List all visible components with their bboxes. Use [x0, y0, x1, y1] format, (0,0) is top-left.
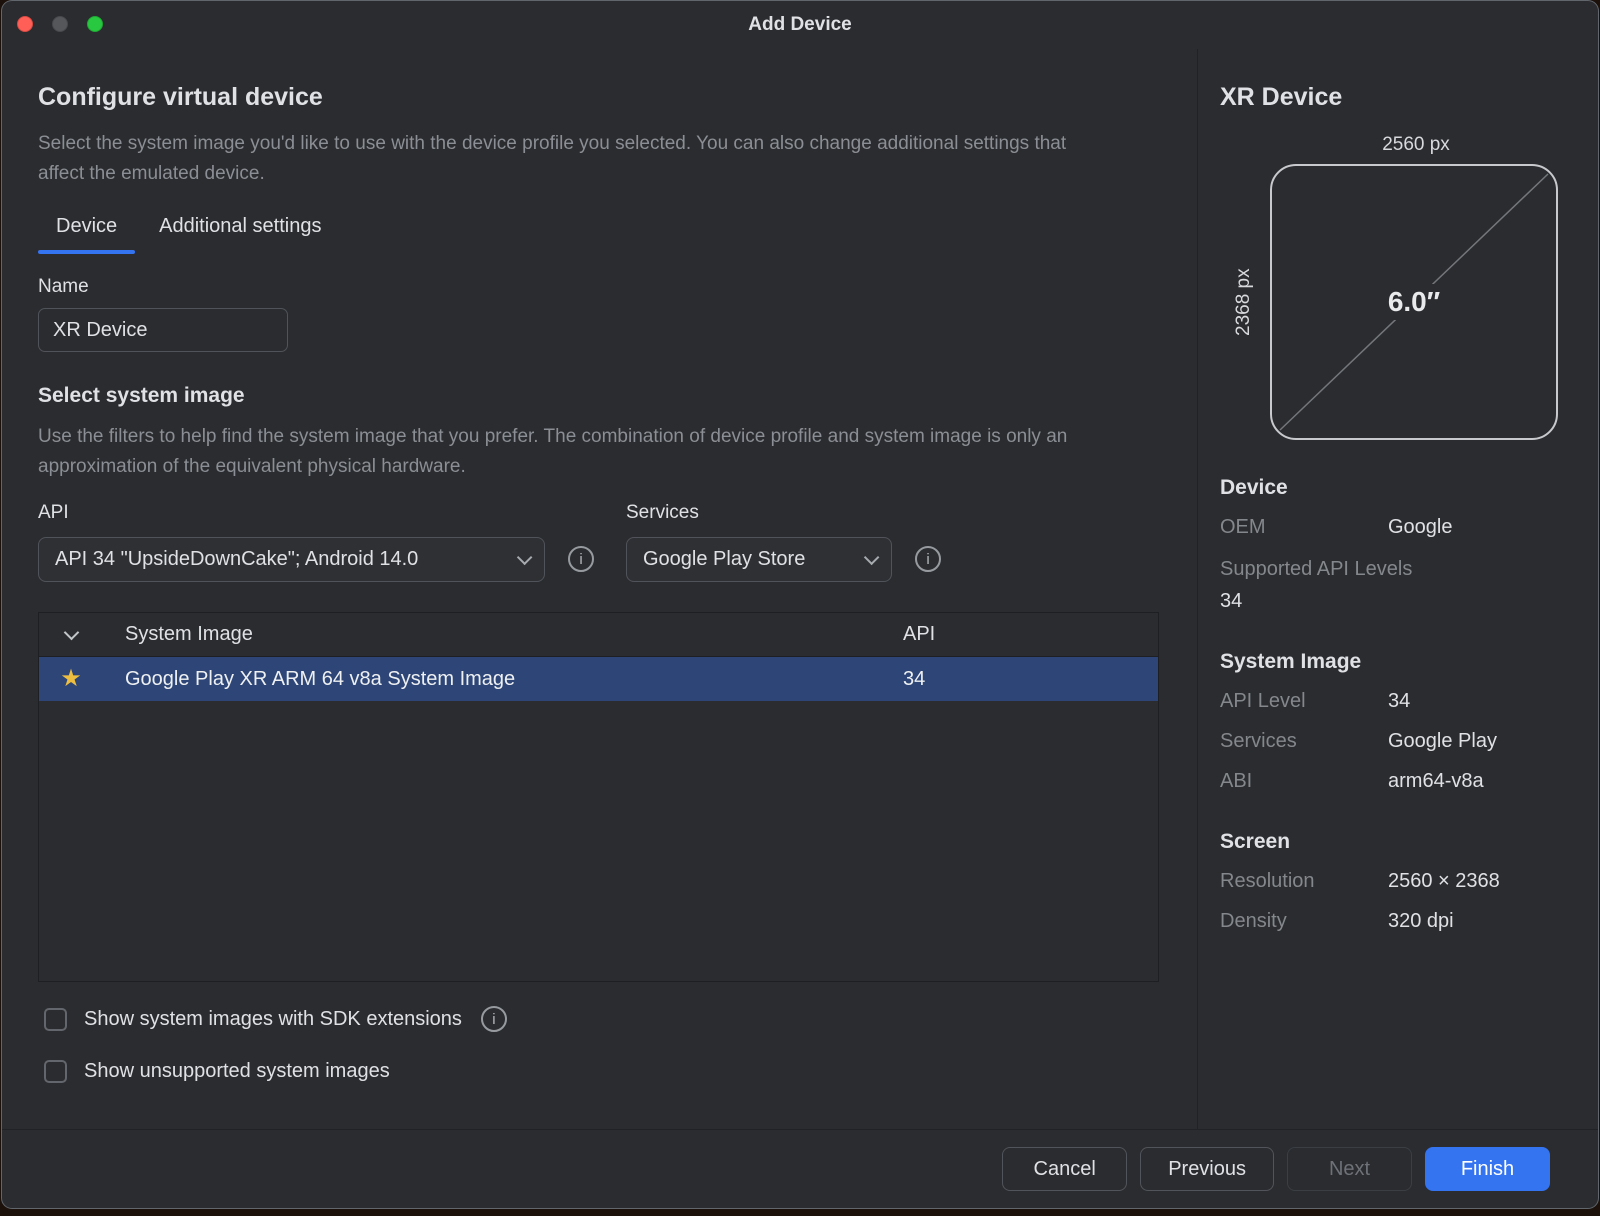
chevron-down-icon [517, 550, 533, 566]
screen-diagram: 2560 px 2368 px 6.0″ [1220, 134, 1580, 440]
system-image-name: Google Play XR ARM 64 v8a System Image [103, 668, 881, 691]
resolution-row: Resolution 2560 × 2368 [1220, 868, 1580, 894]
name-label: Name [38, 276, 1159, 298]
main-panel: Configure virtual device Select the syst… [2, 49, 1197, 1129]
device-panel-title: XR Device [1220, 83, 1580, 112]
chevron-down-icon [864, 550, 880, 566]
traffic-lights [17, 16, 103, 32]
oem-label: OEM [1220, 514, 1388, 540]
abi-value: arm64-v8a [1388, 768, 1484, 794]
density-row: Density 320 dpi [1220, 908, 1580, 934]
finish-button[interactable]: Finish [1425, 1147, 1550, 1191]
table-header: System Image API [39, 613, 1158, 657]
system-image-table: System Image API ★ Google Play XR ARM 64… [38, 612, 1159, 982]
zoom-button[interactable] [87, 16, 103, 32]
resolution-value: 2560 × 2368 [1388, 868, 1500, 894]
services-info-icon[interactable]: i [915, 546, 941, 572]
screen-diagonal-label: 6.0″ [1378, 284, 1450, 320]
select-system-image-heading: Select system image [38, 384, 1159, 408]
abi-label: ABI [1220, 768, 1388, 794]
filter-row: API API 34 "UpsideDownCake"; Android 14.… [38, 502, 1159, 582]
supported-api-label: Supported API Levels [1220, 556, 1580, 582]
api-dropdown-value: API 34 "UpsideDownCake"; Android 14.0 [55, 548, 418, 571]
system-image-api: 34 [881, 668, 1158, 691]
api-info-icon[interactable]: i [568, 546, 594, 572]
oem-row: OEM Google [1220, 514, 1580, 540]
collapse-all-icon[interactable] [63, 625, 79, 641]
show-sdk-extensions-checkbox[interactable] [44, 1008, 67, 1031]
device-details-panel: XR Device 2560 px 2368 px 6.0″ Device OE… [1197, 49, 1598, 1129]
sdk-extensions-row: Show system images with SDK extensions i [44, 1006, 1159, 1032]
api-filter-label: API [38, 502, 545, 524]
api-level-row: API Level 34 [1220, 688, 1580, 714]
minimize-button [52, 16, 68, 32]
column-header-system-image[interactable]: System Image [103, 623, 881, 646]
services-dropdown[interactable]: Google Play Store [626, 537, 892, 582]
star-icon: ★ [39, 667, 103, 691]
unsupported-images-row: Show unsupported system images [44, 1060, 1159, 1083]
services-dropdown-value: Google Play Store [643, 548, 805, 571]
previous-button[interactable]: Previous [1140, 1147, 1274, 1191]
supported-api-value: 34 [1220, 588, 1580, 614]
device-section-heading: Device [1220, 476, 1580, 500]
close-button[interactable] [17, 16, 33, 32]
oem-value: Google [1388, 514, 1453, 540]
api-dropdown[interactable]: API 34 "UpsideDownCake"; Android 14.0 [38, 537, 545, 582]
system-image-section-heading: System Image [1220, 650, 1580, 674]
dialog-footer: Cancel Previous Next Finish [2, 1129, 1598, 1208]
titlebar: Add Device [2, 1, 1598, 49]
resolution-label: Resolution [1220, 868, 1388, 894]
page-title: Configure virtual device [38, 83, 1159, 111]
tab-bar: Device Additional settings [38, 215, 1159, 254]
services-value: Google Play [1388, 728, 1497, 754]
select-system-image-description: Use the filters to help find the system … [38, 422, 1103, 482]
services-filter-label: Services [626, 502, 892, 524]
api-level-label: API Level [1220, 688, 1388, 714]
tab-device[interactable]: Device [38, 215, 135, 254]
table-row[interactable]: ★ Google Play XR ARM 64 v8a System Image… [39, 657, 1158, 701]
services-row: Services Google Play [1220, 728, 1580, 754]
screen-outline: 6.0″ [1270, 164, 1558, 440]
window-title: Add Device [748, 14, 851, 36]
tab-device-label: Device [56, 215, 117, 237]
density-label: Density [1220, 908, 1388, 934]
density-value: 320 dpi [1388, 908, 1454, 934]
sdk-extensions-info-icon[interactable]: i [481, 1006, 507, 1032]
column-header-api[interactable]: API [881, 623, 1158, 646]
next-button: Next [1287, 1147, 1412, 1191]
device-name-input[interactable] [38, 308, 288, 352]
cancel-button[interactable]: Cancel [1002, 1147, 1127, 1191]
show-sdk-extensions-label: Show system images with SDK extensions [84, 1008, 462, 1031]
show-unsupported-checkbox[interactable] [44, 1060, 67, 1083]
show-unsupported-label: Show unsupported system images [84, 1060, 390, 1083]
screen-width-label: 2560 px [1272, 134, 1560, 156]
services-label: Services [1220, 728, 1388, 754]
add-device-dialog: Add Device Configure virtual device Sele… [1, 0, 1599, 1209]
screen-section-heading: Screen [1220, 830, 1580, 854]
abi-row: ABI arm64-v8a [1220, 768, 1580, 794]
supported-api-row: Supported API Levels 34 [1220, 556, 1580, 614]
screen-height-label: 2368 px [1232, 164, 1256, 440]
tab-additional-settings[interactable]: Additional settings [141, 215, 339, 254]
tab-additional-settings-label: Additional settings [159, 215, 321, 237]
api-level-value: 34 [1388, 688, 1410, 714]
page-description: Select the system image you'd like to us… [38, 129, 1113, 189]
